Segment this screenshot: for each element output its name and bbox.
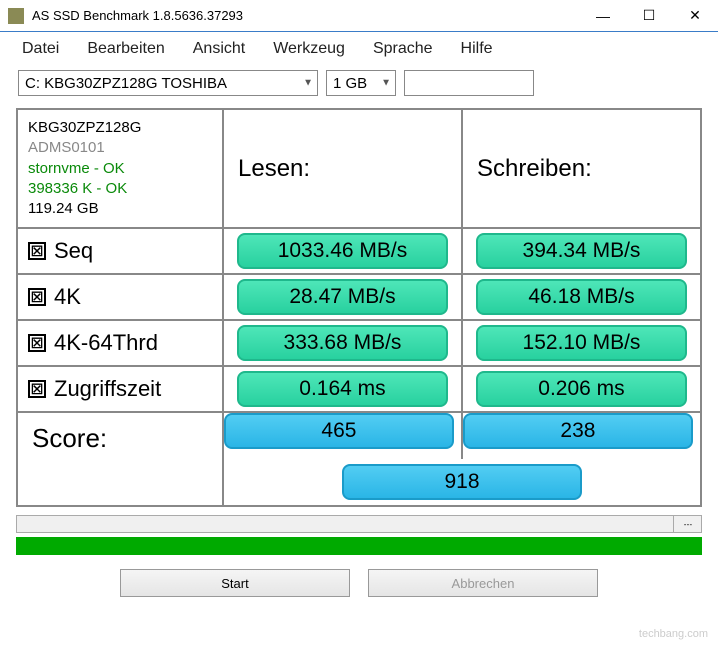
seq-read: 1033.46 MB/s bbox=[237, 233, 447, 269]
score-read: 465 bbox=[224, 413, 454, 449]
4k-label: 4K bbox=[54, 284, 81, 310]
row-4k: ☒ 4K bbox=[18, 275, 224, 319]
titlebar: AS SSD Benchmark 1.8.5636.37293 — ☐ ✕ bbox=[0, 0, 718, 32]
drive-firmware: ADMS0101 bbox=[28, 138, 105, 158]
seq-write: 394.34 MB/s bbox=[476, 233, 686, 269]
4k-read: 28.47 MB/s bbox=[237, 279, 447, 315]
menu-bearbeiten[interactable]: Bearbeiten bbox=[87, 40, 164, 58]
window-title: AS SSD Benchmark 1.8.5636.37293 bbox=[32, 8, 580, 23]
test-name-input[interactable] bbox=[404, 70, 534, 96]
results-grid: KBG30ZPZ128G ADMS0101 stornvme - OK 3983… bbox=[16, 108, 702, 507]
access-checkbox[interactable]: ☒ bbox=[28, 380, 46, 398]
button-row: Start Abbrechen bbox=[0, 555, 718, 611]
score-write: 238 bbox=[463, 413, 693, 449]
4k64-read: 333.68 MB/s bbox=[237, 325, 447, 361]
status-bar bbox=[16, 537, 702, 555]
score-total: 918 bbox=[342, 464, 582, 500]
4k64-write: 152.10 MB/s bbox=[476, 325, 686, 361]
menu-sprache[interactable]: Sprache bbox=[373, 40, 433, 58]
row-access: ☒ Zugriffszeit bbox=[18, 367, 224, 411]
access-label: Zugriffszeit bbox=[54, 376, 161, 402]
toolbar: C: KBG30ZPZ128G TOSHIBA ▼ 1 GB ▼ bbox=[0, 66, 718, 100]
window-controls: — ☐ ✕ bbox=[580, 0, 718, 32]
watermark: techbang.com bbox=[639, 628, 708, 640]
4k-checkbox[interactable]: ☒ bbox=[28, 288, 46, 306]
drive-driver-status: stornvme - OK bbox=[28, 159, 125, 179]
4k-write: 46.18 MB/s bbox=[476, 279, 686, 315]
progress-bar: - - - bbox=[16, 515, 702, 533]
minimize-button[interactable]: — bbox=[580, 0, 626, 32]
menubar: Datei Bearbeiten Ansicht Werkzeug Sprach… bbox=[0, 32, 718, 66]
size-select-value: 1 GB bbox=[333, 75, 367, 92]
menu-hilfe[interactable]: Hilfe bbox=[461, 40, 493, 58]
header-read: Lesen: bbox=[224, 110, 463, 227]
maximize-button[interactable]: ☐ bbox=[626, 0, 672, 32]
app-icon bbox=[8, 8, 24, 24]
row-4k64: ☒ 4K-64Thrd bbox=[18, 321, 224, 365]
start-button[interactable]: Start bbox=[120, 569, 350, 597]
drive-model: KBG30ZPZ128G bbox=[28, 118, 141, 138]
access-write: 0.206 ms bbox=[476, 371, 686, 407]
progress-handle-icon: - - - bbox=[673, 516, 701, 532]
drive-select-value: C: KBG30ZPZ128G TOSHIBA bbox=[25, 75, 227, 92]
menu-ansicht[interactable]: Ansicht bbox=[193, 40, 245, 58]
score-label: Score: bbox=[18, 413, 224, 505]
chevron-down-icon: ▼ bbox=[381, 78, 391, 89]
chevron-down-icon: ▼ bbox=[303, 78, 313, 89]
drive-align-status: 398336 K - OK bbox=[28, 179, 127, 199]
4k64-label: 4K-64Thrd bbox=[54, 330, 158, 356]
seq-checkbox[interactable]: ☒ bbox=[28, 242, 46, 260]
drive-info: KBG30ZPZ128G ADMS0101 stornvme - OK 3983… bbox=[18, 110, 224, 227]
menu-datei[interactable]: Datei bbox=[22, 40, 59, 58]
drive-select[interactable]: C: KBG30ZPZ128G TOSHIBA ▼ bbox=[18, 70, 318, 96]
abort-button: Abbrechen bbox=[368, 569, 598, 597]
seq-label: Seq bbox=[54, 238, 93, 264]
size-select[interactable]: 1 GB ▼ bbox=[326, 70, 396, 96]
header-write: Schreiben: bbox=[463, 110, 700, 227]
row-seq: ☒ Seq bbox=[18, 229, 224, 273]
4k64-checkbox[interactable]: ☒ bbox=[28, 334, 46, 352]
drive-capacity: 119.24 GB bbox=[28, 199, 99, 219]
close-button[interactable]: ✕ bbox=[672, 0, 718, 32]
menu-werkzeug[interactable]: Werkzeug bbox=[273, 40, 345, 58]
access-read: 0.164 ms bbox=[237, 371, 447, 407]
